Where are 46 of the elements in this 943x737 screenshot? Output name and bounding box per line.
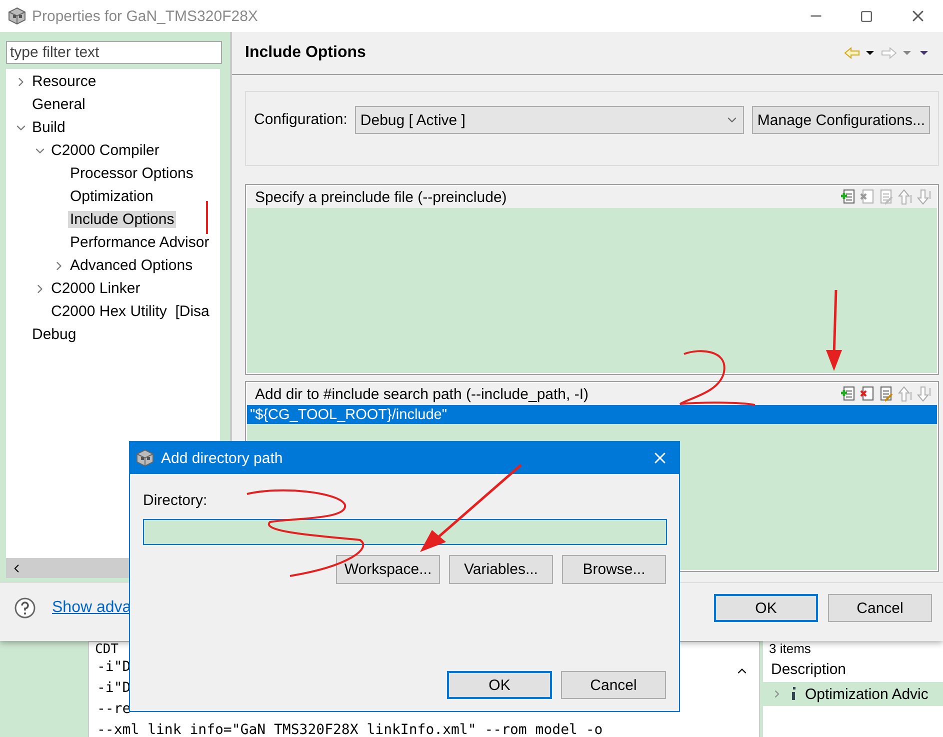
- configuration-label: Configuration:: [254, 111, 348, 128]
- tree-item[interactable]: Processor Options: [68, 165, 196, 182]
- workspace-button[interactable]: Workspace...: [336, 555, 440, 584]
- variables-button[interactable]: Variables...: [449, 555, 553, 584]
- dialog-title: Add directory path: [161, 450, 284, 466]
- item-count: 3 items: [768, 641, 812, 656]
- cancel-button[interactable]: Cancel: [561, 671, 666, 699]
- problem-text: Optimization Advic: [805, 686, 928, 702]
- list-title: Add dir to #include search path (--include_path, -I): [255, 386, 589, 402]
- tree-item[interactable]: General: [30, 96, 88, 113]
- tree-item[interactable]: Include Options: [68, 211, 176, 228]
- add-icon[interactable]: [841, 189, 855, 205]
- configuration-dropdown[interactable]: Debug [ Active ]: [355, 106, 744, 134]
- info-icon: [791, 687, 797, 701]
- ok-button[interactable]: OK: [714, 594, 818, 622]
- delete-icon[interactable]: [860, 386, 874, 402]
- console-line: --xml link info="GaN TMS320F28X linkInfo.xml" --rom model -o: [97, 722, 603, 737]
- directory-label: Directory:: [143, 492, 208, 509]
- manage-configurations-button[interactable]: Manage Configurations...: [752, 106, 930, 134]
- help-icon[interactable]: [14, 597, 36, 619]
- column-header: Description: [770, 660, 848, 680]
- tree-item[interactable]: Optimization: [68, 188, 156, 205]
- tree-item[interactable]: Build: [30, 119, 68, 136]
- list-title: Specify a preinclude file (--preinclude): [255, 188, 507, 206]
- tree-item[interactable]: Debug: [30, 326, 78, 343]
- directory-field[interactable]: [143, 519, 667, 545]
- edit-icon[interactable]: [879, 386, 893, 402]
- tree-item[interactable]: C2000 Compiler: [49, 142, 162, 159]
- tree-item[interactable]: Performance Advisor: [68, 234, 212, 251]
- maximize-icon[interactable]: [860, 10, 873, 22]
- list-item[interactable]: "${CG_TOOL_ROOT}/include": [247, 405, 937, 424]
- console-title: CDT: [94, 642, 120, 657]
- pen-mark: [206, 201, 208, 234]
- add-icon[interactable]: [841, 386, 855, 402]
- tree-item[interactable]: Resource: [30, 73, 98, 90]
- filter-field[interactable]: type filter text: [6, 41, 222, 64]
- tree-item[interactable]: Advanced Options: [68, 257, 195, 274]
- tree-item[interactable]: C2000 Linker: [49, 280, 142, 297]
- ok-button[interactable]: OK: [447, 671, 552, 699]
- app-icon: [8, 7, 26, 25]
- tree-item[interactable]: C2000 Hex Utility [Disa: [49, 303, 212, 320]
- cancel-button[interactable]: Cancel: [828, 594, 932, 622]
- browse-button[interactable]: Browse...: [562, 555, 666, 584]
- app-icon: [136, 449, 154, 467]
- page-title: Include Options: [245, 44, 367, 62]
- window-title: Properties for GaN_TMS320F28X: [32, 8, 259, 24]
